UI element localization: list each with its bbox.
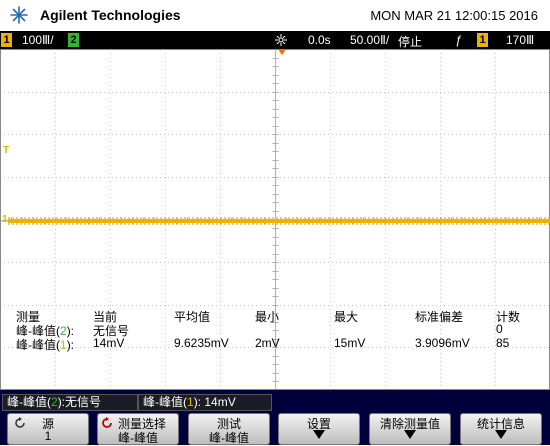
settings-softkey[interactable]: 设置 [278,413,360,445]
row-min: 2mV [255,336,280,350]
arrow-down-icon [404,430,416,439]
arrow-down-icon [495,430,507,439]
time-delay[interactable]: 0.0s [308,33,331,47]
softkey-value: 峰-峰值 [209,431,249,445]
softkey-value: 1 [44,429,52,443]
channel1-scale[interactable]: 100Ⅲ/ [22,33,54,47]
row-current: 14mV [93,336,125,350]
channel1-badge[interactable]: 1 [1,33,12,47]
channel1-trace [8,217,550,225]
row-std: 3.9096mV [415,336,470,350]
statistics-softkey[interactable]: 统计信息 [460,413,542,445]
arrow-down-icon [313,430,325,439]
date-time: MON MAR 21 12:00:15 2016 [370,8,538,23]
status-bar: 1 100Ⅲ/ 2 0.0s 50.00Ⅱ/ 停止 ƒ 1 170Ⅲ [0,31,550,49]
trigger-level[interactable]: 170Ⅲ [506,33,534,47]
measurement-label-ch1: 峰-峰值(1): 14mV [138,394,272,411]
measurement-label-ch2: 峰-峰值(2):无信号 [2,394,138,411]
col-header-min: 最小 [255,310,280,324]
test-softkey[interactable]: 测试 峰-峰值 [188,413,270,445]
clear-measurements-softkey[interactable]: 清除测量值 [369,413,451,445]
trigger-level-marker[interactable]: T [3,145,9,156]
row-name: 峰-峰值(1): [16,338,75,352]
agilent-spark-logo-icon [10,6,28,24]
trigger-edge-icon: ƒ [455,33,462,47]
row-count: 85 [496,336,510,350]
col-header-std: 标准偏差 [415,310,464,324]
header-bar: Agilent Technologies MON MAR 21 12:00:15… [0,0,550,30]
col-header-max: 最大 [334,310,359,324]
run-state: 停止 [398,35,423,49]
row-mean: 9.6235mV [174,336,229,350]
row-count: 0 [496,322,503,336]
channel2-badge[interactable]: 2 [68,33,79,47]
col-header-mean: 平均值 [174,310,211,324]
source-softkey[interactable]: 源 1 [7,413,89,445]
softkey-value: 峰-峰值 [118,431,158,445]
time-scale[interactable]: 50.00Ⅱ/ [350,33,389,47]
measure-select-softkey[interactable]: 测量选择 峰-峰值 [97,413,179,445]
trigger-channel-badge[interactable]: 1 [477,33,488,47]
row-max: 15mV [334,336,366,350]
horizontal-delay-icon [275,34,287,46]
trigger-position-marker[interactable] [278,49,286,55]
channel1-ground-marker[interactable]: 1 [2,214,8,225]
brand-name: Agilent Technologies [40,7,181,23]
scope-display: T 1 测量 当前 平均值 最小 最大 标准偏差 计数 峰-峰值(2): 无信号… [0,49,550,390]
